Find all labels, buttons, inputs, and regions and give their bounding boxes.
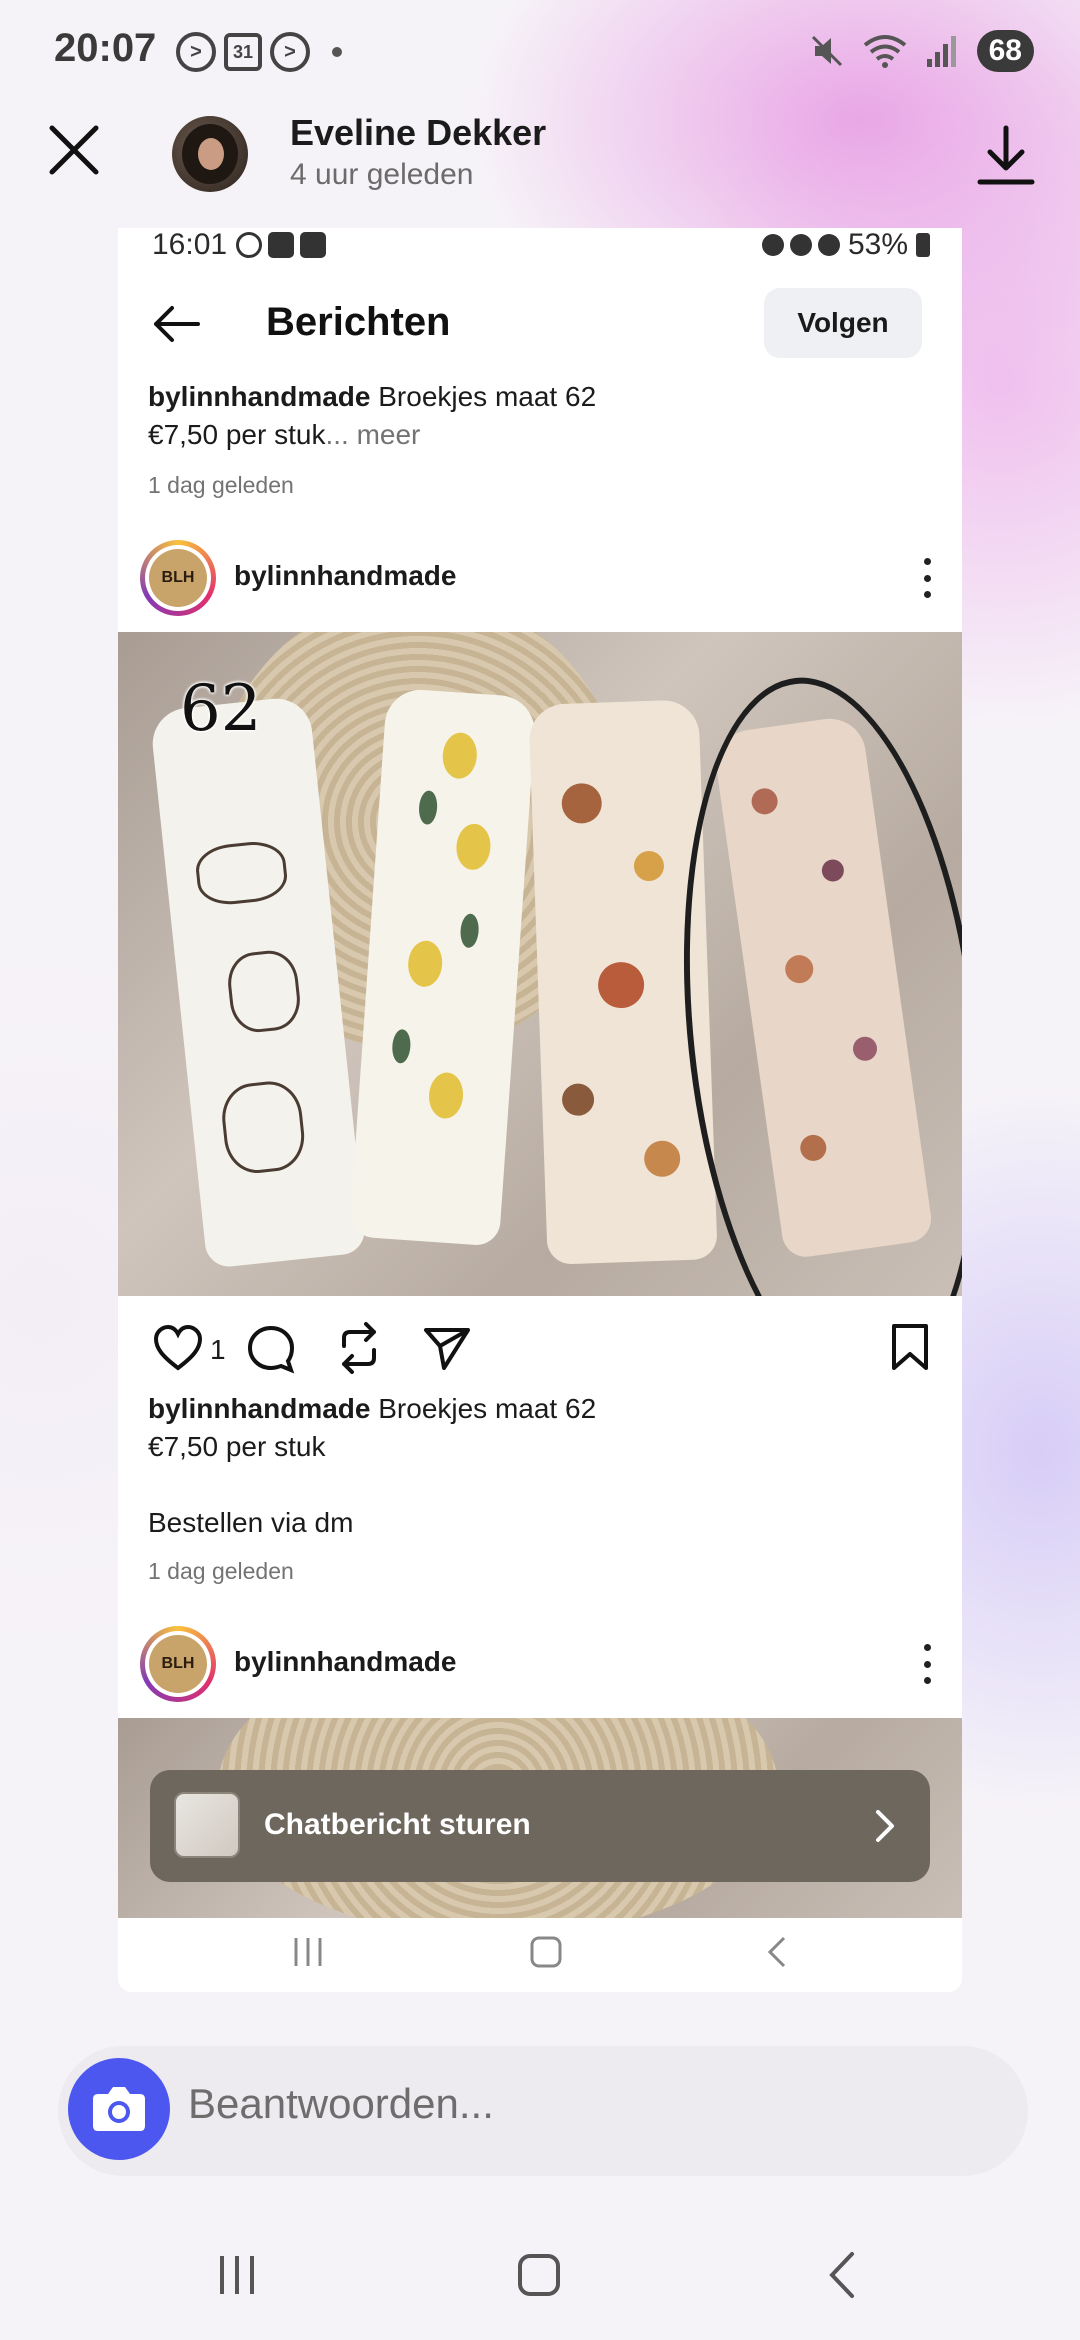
- download-icon[interactable]: [976, 122, 1036, 188]
- comment-icon[interactable]: [246, 1324, 296, 1374]
- signal-icon: [926, 36, 956, 67]
- back-icon-small: [767, 1936, 786, 1968]
- alarm-icon: [761, 234, 784, 256]
- more-options-icon[interactable]: [922, 558, 932, 598]
- post-actions: 1: [118, 1310, 962, 1390]
- chat-cta-label: Chatbericht sturen: [264, 1808, 531, 1841]
- bookmark-icon[interactable]: [890, 1322, 930, 1372]
- home-icon-small: [530, 1936, 562, 1968]
- battery-icon: [916, 233, 930, 257]
- photo-size-label: 62: [180, 672, 262, 746]
- next-post-avatar[interactable]: BLH: [140, 1626, 216, 1702]
- post-username[interactable]: bylinnhandmade: [234, 560, 456, 592]
- send-chat-message-button[interactable]: Chatbericht sturen: [150, 1770, 930, 1882]
- story-header: Eveline Dekker 4 uur geleden: [0, 100, 1080, 230]
- screenshot-nav-bar: [118, 1918, 962, 1992]
- status-time: 20:07: [54, 26, 157, 70]
- post-photo[interactable]: 62: [118, 632, 962, 1296]
- screenshot-status-bar: 16:01 53%: [118, 228, 962, 268]
- more-options-icon-2[interactable]: [922, 1644, 932, 1684]
- brand-logo-2: BLH: [149, 1635, 207, 1693]
- send-icon[interactable]: [422, 1324, 472, 1372]
- like-count[interactable]: 1: [210, 1334, 226, 1366]
- notification-arrow-icon: >: [176, 32, 216, 72]
- camera-icon: [93, 2087, 145, 2131]
- next-post-username[interactable]: bylinnhandmade: [234, 1646, 456, 1678]
- more-link[interactable]: ... meer: [325, 419, 420, 450]
- calendar-icon: 31: [224, 33, 262, 71]
- more-notifications-dot: [332, 47, 342, 57]
- mute-icon-small: [789, 234, 812, 256]
- notification-icons: > 31 >: [176, 32, 342, 72]
- posts-nav-bar: Berichten Volgen: [118, 278, 962, 374]
- story-avatar[interactable]: [172, 116, 248, 192]
- repost-icon[interactable]: [334, 1322, 384, 1374]
- recents-icon-small: [294, 1938, 322, 1966]
- status-bar: 20:07 > 31 > 68: [0, 0, 1080, 100]
- follow-button[interactable]: Volgen: [764, 288, 922, 358]
- heart-icon[interactable]: [152, 1324, 204, 1372]
- recents-icon[interactable]: [212, 2250, 262, 2300]
- previous-post-time: 1 dag geleden: [148, 472, 294, 498]
- caption-username[interactable]: bylinnhandmade: [148, 381, 370, 412]
- check-icon: [300, 232, 326, 258]
- whatsapp-icon: [236, 232, 262, 258]
- shared-screenshot: 16:01 53% Berichten Volgen bylinnhandmad…: [118, 228, 962, 1992]
- page-title: Berichten: [266, 300, 451, 344]
- post-time: 1 dag geleden: [148, 1558, 294, 1584]
- back-arrow-icon[interactable]: [150, 298, 202, 350]
- caption-username-2[interactable]: bylinnhandmade: [148, 1393, 370, 1424]
- reply-input[interactable]: [188, 2080, 988, 2128]
- notification-arrow-icon-2: >: [270, 32, 310, 72]
- post-avatar[interactable]: BLH: [140, 540, 216, 616]
- wifi-icon-small: [817, 234, 840, 256]
- mute-icon: [811, 35, 842, 67]
- chat-thumbnail: [174, 1792, 240, 1858]
- previous-post-caption: bylinnhandmade Broekjes maat 62 €7,50 pe…: [148, 381, 597, 450]
- reply-bar: [58, 2046, 1028, 2176]
- back-icon[interactable]: [818, 2250, 868, 2300]
- post-header: BLH bylinnhandmade: [118, 534, 962, 624]
- wifi-icon: [863, 35, 906, 68]
- story-timestamp: 4 uur geleden: [290, 158, 474, 191]
- close-icon[interactable]: [44, 120, 104, 180]
- home-icon[interactable]: [514, 2250, 564, 2300]
- story-user-name[interactable]: Eveline Dekker: [290, 112, 546, 154]
- gallery-icon: [268, 232, 294, 258]
- screenshot-battery: 53%: [847, 228, 908, 261]
- screenshot-status-time: 16:01: [152, 228, 228, 261]
- system-status-icons: 68: [809, 30, 1034, 72]
- post-caption: bylinnhandmade Broekjes maat 62 €7,50 pe…: [148, 1393, 597, 1538]
- brand-logo: BLH: [149, 549, 207, 607]
- chevron-right-icon: [876, 1810, 894, 1842]
- system-nav-bar: [0, 2220, 1080, 2340]
- camera-button[interactable]: [68, 2058, 170, 2160]
- battery-indicator: 68: [976, 30, 1034, 72]
- next-post-header: BLH bylinnhandmade: [118, 1620, 962, 1710]
